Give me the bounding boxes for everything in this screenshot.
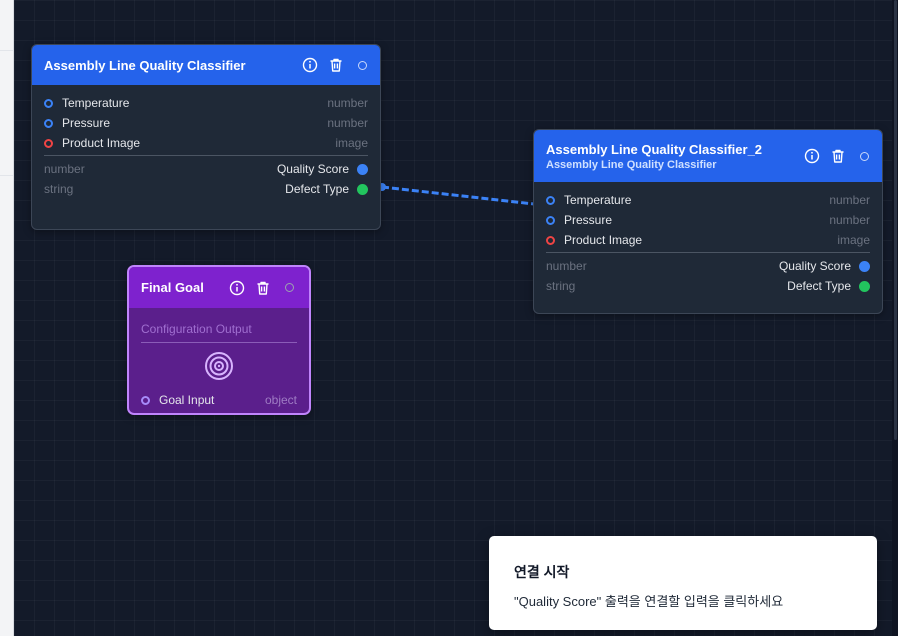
port-divider	[546, 252, 870, 253]
input-handle[interactable]	[141, 395, 150, 405]
output-type: string	[44, 182, 74, 196]
input-type: image	[335, 136, 368, 150]
input-handle[interactable]	[546, 215, 555, 225]
node-title: Assembly Line Quality Classifier	[44, 57, 246, 73]
trash-icon[interactable]	[830, 148, 846, 164]
input-handle[interactable]	[44, 138, 53, 148]
input-label: Pressure	[62, 116, 111, 130]
vertical-scrollbar[interactable]	[892, 0, 898, 636]
status-circle-icon	[856, 148, 872, 164]
output-type: number	[44, 162, 85, 176]
input-handle[interactable]	[44, 98, 53, 108]
info-icon[interactable]	[229, 280, 245, 296]
scrollbar-thumb[interactable]	[894, 0, 897, 440]
node-header[interactable]: Assembly Line Quality Classifier	[32, 45, 380, 85]
input-handle[interactable]	[546, 235, 555, 245]
node-header[interactable]: Final Goal	[129, 267, 309, 308]
output-port-row[interactable]: string Defect Type	[546, 276, 870, 296]
input-port-row[interactable]: Goal Input object	[141, 390, 297, 410]
output-type: number	[546, 259, 587, 273]
input-type: object	[264, 393, 297, 407]
output-port-row[interactable]: string Defect Type	[44, 179, 368, 199]
output-port-row[interactable]: number Quality Score	[44, 159, 368, 179]
left-panel-edge	[0, 0, 14, 636]
node-quality-classifier-2[interactable]: Assembly Line Quality Classifier_2 Assem…	[533, 129, 883, 314]
input-port-row[interactable]: Temperature number	[44, 93, 368, 113]
target-icon	[204, 351, 234, 386]
input-handle[interactable]	[546, 195, 555, 205]
output-label: Quality Score	[276, 162, 349, 176]
node-subtitle: Assembly Line Quality Classifier	[546, 158, 717, 171]
input-label: Temperature	[564, 193, 632, 207]
input-type: number	[829, 193, 870, 207]
port-divider	[44, 155, 368, 156]
node-final-goal[interactable]: Final Goal Configuration Output Goal Inp…	[127, 265, 311, 415]
output-handle[interactable]	[357, 163, 368, 175]
input-port-row[interactable]: Product Image image	[44, 133, 368, 153]
toast-title: 연결 시작	[514, 564, 570, 580]
input-type: number	[327, 116, 368, 130]
node-title: Final Goal	[141, 280, 204, 295]
input-type: number	[327, 96, 368, 110]
output-label: Defect Type	[285, 182, 349, 196]
input-port-row[interactable]: Temperature number	[546, 190, 870, 210]
input-label: Goal Input	[159, 393, 215, 407]
output-handle[interactable]	[859, 280, 870, 292]
node-header[interactable]: Assembly Line Quality Classifier_2 Assem…	[534, 130, 882, 182]
input-port-row[interactable]: Pressure number	[44, 113, 368, 133]
toast-message: "Quality Score" 출력을 연결할 입력을 클릭하세요	[514, 594, 784, 609]
node-quality-classifier[interactable]: Assembly Line Quality Classifier Tempera…	[31, 44, 381, 230]
status-circle-icon	[281, 280, 297, 296]
connection-toast: 연결 시작 "Quality Score" 출력을 연결할 입력을 클릭하세요	[489, 536, 877, 630]
input-type: number	[829, 213, 870, 227]
input-label: Temperature	[62, 96, 130, 110]
input-port-row[interactable]: Product Image image	[546, 230, 870, 250]
output-type: string	[546, 279, 576, 293]
input-label: Product Image	[564, 233, 643, 247]
output-label: Quality Score	[778, 259, 851, 273]
output-port-row[interactable]: number Quality Score	[546, 256, 870, 276]
trash-icon[interactable]	[328, 57, 344, 73]
info-icon[interactable]	[804, 148, 820, 164]
input-type: image	[837, 233, 870, 247]
output-handle[interactable]	[357, 183, 368, 195]
status-circle-icon	[354, 57, 370, 73]
input-label: Product Image	[62, 136, 141, 150]
goal-section-label: Configuration Output	[141, 316, 297, 343]
output-label: Defect Type	[787, 279, 851, 293]
input-handle[interactable]	[44, 118, 53, 128]
output-handle[interactable]	[859, 260, 870, 272]
input-port-row[interactable]: Pressure number	[546, 210, 870, 230]
trash-icon[interactable]	[255, 280, 271, 296]
info-icon[interactable]	[302, 57, 318, 73]
node-title: Assembly Line Quality Classifier_2	[546, 141, 763, 157]
input-label: Pressure	[564, 213, 613, 227]
